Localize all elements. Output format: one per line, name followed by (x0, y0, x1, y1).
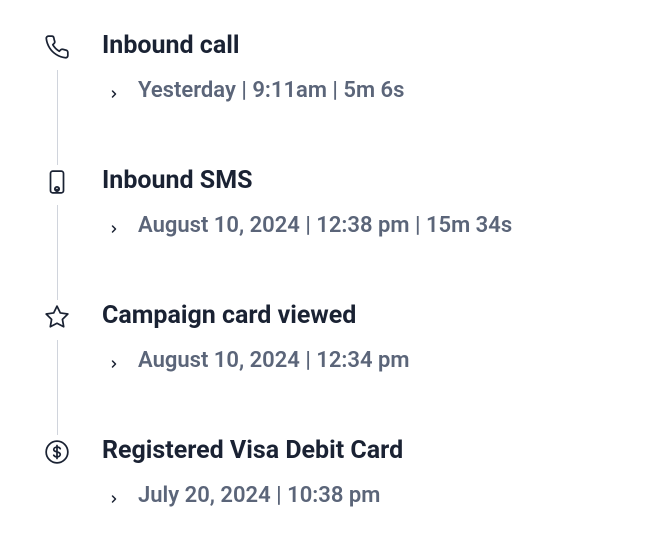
timeline-item-meta: August 10, 2024 | 12:34 pm (138, 347, 410, 376)
timeline-item[interactable]: Inbound call Yesterday | 9:11am | 5m 6s (40, 30, 632, 165)
sms-icon (40, 165, 74, 199)
timeline-item-title: Inbound call (102, 30, 632, 63)
timeline-item-meta: July 20, 2024 | 10:38 pm (138, 482, 380, 511)
chevron-right-icon (108, 355, 120, 367)
timeline-item-meta-row[interactable]: July 20, 2024 | 10:38 pm (102, 482, 632, 511)
timeline-connector (57, 205, 58, 305)
chevron-right-icon (108, 220, 120, 232)
chevron-right-icon (108, 85, 120, 97)
timeline-item-content: Inbound call Yesterday | 9:11am | 5m 6s (102, 30, 632, 105)
timeline-item-content: Registered Visa Debit Card July 20, 2024… (102, 435, 632, 510)
timeline-item-content: Campaign card viewed August 10, 2024 | 1… (102, 300, 632, 375)
star-icon (40, 300, 74, 334)
timeline-item-meta: August 10, 2024 | 12:38 pm | 15m 34s (138, 212, 512, 241)
timeline-item-title: Inbound SMS (102, 165, 632, 198)
phone-icon (40, 30, 74, 64)
activity-timeline: Inbound call Yesterday | 9:11am | 5m 6s … (40, 30, 632, 510)
timeline-connector (57, 70, 58, 170)
timeline-item-meta-row[interactable]: Yesterday | 9:11am | 5m 6s (102, 77, 632, 106)
timeline-item-title: Registered Visa Debit Card (102, 435, 632, 468)
timeline-connector (57, 340, 58, 440)
dollar-icon (40, 435, 74, 469)
timeline-item[interactable]: Inbound SMS August 10, 2024 | 12:38 pm |… (40, 165, 632, 300)
timeline-item-title: Campaign card viewed (102, 300, 632, 333)
timeline-item[interactable]: Campaign card viewed August 10, 2024 | 1… (40, 300, 632, 435)
chevron-right-icon (108, 490, 120, 502)
timeline-item-meta-row[interactable]: August 10, 2024 | 12:38 pm | 15m 34s (102, 212, 632, 241)
timeline-item-meta-row[interactable]: August 10, 2024 | 12:34 pm (102, 347, 632, 376)
timeline-item[interactable]: Registered Visa Debit Card July 20, 2024… (40, 435, 632, 510)
timeline-item-meta: Yesterday | 9:11am | 5m 6s (138, 77, 404, 106)
timeline-item-content: Inbound SMS August 10, 2024 | 12:38 pm |… (102, 165, 632, 240)
